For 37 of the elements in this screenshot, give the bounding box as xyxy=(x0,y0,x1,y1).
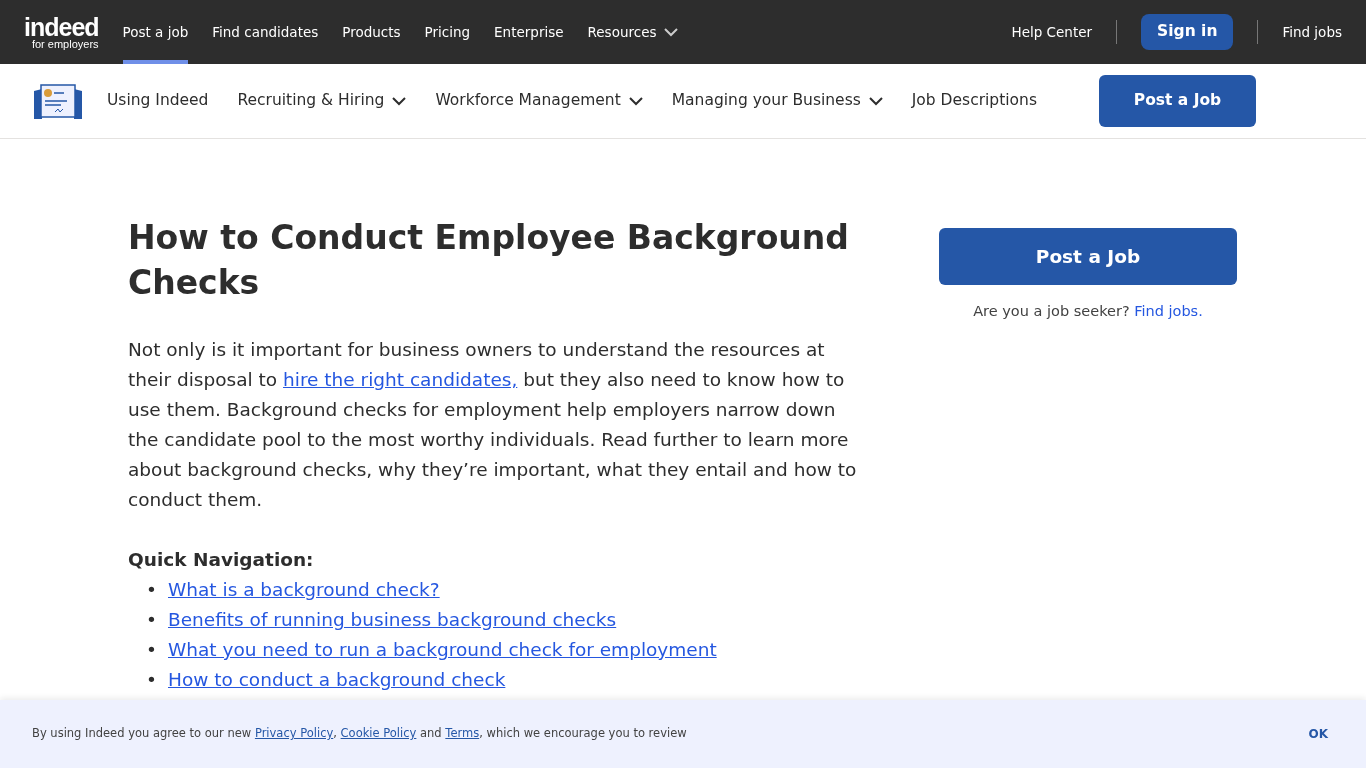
help-link[interactable]: Help Center xyxy=(1011,21,1093,43)
nav-link[interactable]: Pricing xyxy=(424,0,471,64)
logo-wordmark[interactable]: indeed xyxy=(24,14,99,39)
cookie-notice: By using Indeed you agree to our new Privacy Policy, Cookie Policy and Terms, which we encourage you to review xyxy=(32,725,687,743)
bullet: • xyxy=(146,638,158,662)
navigation-link[interactable]: What you need to run a background check for employment xyxy=(168,639,717,660)
link[interactable]: Privacy Policy xyxy=(254,726,334,741)
nav-link[interactable]: Post a job xyxy=(122,0,189,64)
link[interactable]: hire the right candidates, xyxy=(283,369,518,390)
nav-link[interactable]: Using Indeed xyxy=(107,89,209,113)
ok-button[interactable]: OK xyxy=(1302,724,1334,744)
job-seeker-prompt: Are you a job seeker? Find jobs. xyxy=(972,302,1204,321)
navigation-link[interactable]: How to conduct a background check xyxy=(168,669,506,690)
article-title: How to Conduct Employee Background Checks xyxy=(128,217,850,304)
nav-link[interactable]: Recruiting & Hiring xyxy=(237,89,407,113)
nav-link[interactable]: Find candidates xyxy=(212,0,319,64)
logo-tagline: for employers xyxy=(30,38,99,50)
bullet: • xyxy=(146,578,158,602)
navigation-link[interactable]: Benefits of running business background checks xyxy=(168,609,617,630)
document-icon[interactable] xyxy=(33,83,83,119)
sign-in-button[interactable]: Sign in xyxy=(1141,14,1234,50)
nav-link[interactable]: Workforce Management xyxy=(435,89,643,113)
bullet: • xyxy=(146,608,158,632)
nav-link[interactable]: Resources xyxy=(587,0,679,64)
nav-link[interactable]: Managing your Business xyxy=(671,89,883,113)
section-heading: Quick Navigation: xyxy=(128,548,315,572)
find-jobs-link[interactable]: Find jobs xyxy=(1282,21,1342,43)
navigation-link[interactable]: What is a background check? xyxy=(168,579,440,600)
bullet: • xyxy=(146,668,158,692)
link[interactable]: Cookie Policy xyxy=(340,726,417,741)
find-jobs-link[interactable]: Find jobs. xyxy=(1134,303,1203,319)
nav-link[interactable]: Enterprise xyxy=(494,0,564,64)
nav-link[interactable]: Job Descriptions xyxy=(911,89,1037,113)
intro-paragraph: Not only is it important for business owners to understand the resources at their disposal to hire the right candidates, but they also need to know how to use them. Background checks for employment help employers narrow down the candidate pool to the most worthy individuals. Read further to learn more about background checks, why they’re important, what they entail and how to conduct them. xyxy=(128,338,858,512)
post-job-button[interactable]: Post a Job xyxy=(1099,75,1256,127)
nav-link[interactable]: Products xyxy=(342,0,401,64)
post-job-button[interactable]: Post a Job xyxy=(939,228,1237,285)
